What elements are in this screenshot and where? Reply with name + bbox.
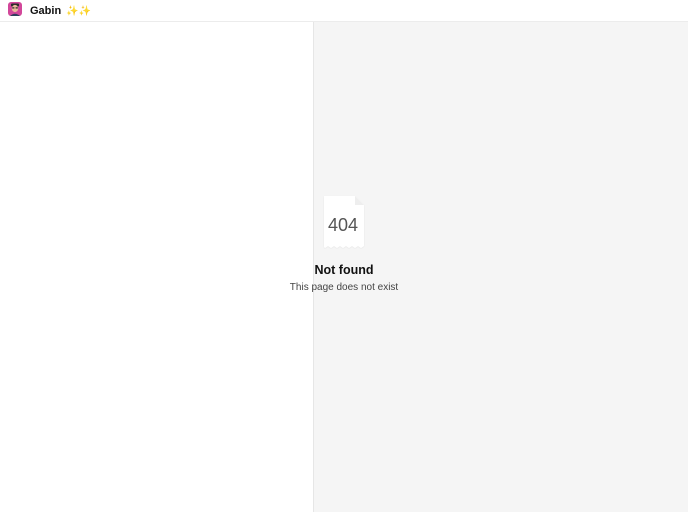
- brand-title[interactable]: Gabin ✨✨: [30, 4, 91, 19]
- avatar[interactable]: [8, 2, 22, 16]
- error-message: This page does not exist: [289, 282, 399, 293]
- error-code: 404: [328, 215, 358, 235]
- document-404-icon: 404: [324, 196, 364, 248]
- error-title: Not found: [314, 263, 374, 277]
- user-avatar-icon: [8, 2, 22, 16]
- sparkles-emoji: ✨✨: [66, 6, 92, 17]
- top-header: Gabin ✨✨: [0, 0, 688, 22]
- brand-name: Gabin: [30, 5, 62, 17]
- not-found-panel: 404 Not found This page does not exist: [244, 194, 444, 294]
